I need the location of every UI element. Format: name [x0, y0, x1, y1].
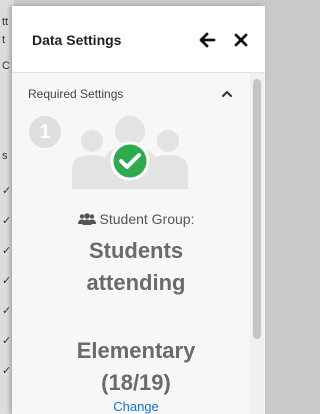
close-icon — [234, 33, 248, 47]
chevron-up-icon — [222, 91, 232, 97]
background-fragment: ✓ — [2, 275, 12, 287]
background-fragment: ✓ — [2, 305, 12, 317]
required-settings-heading: Required Settings — [28, 87, 124, 101]
student-group-value-line: attending — [86, 270, 186, 295]
check-circle-icon — [110, 141, 150, 181]
background-fragment: ✓ — [2, 185, 12, 197]
panel-title: Data Settings — [32, 32, 122, 48]
background-fragment: t — [2, 34, 6, 46]
student-group-icon — [72, 116, 188, 189]
background-fragment: C — [2, 60, 10, 72]
panel-body: Required Settings 1 Student Group: Stude… — [12, 73, 265, 414]
student-group-label-text: Student Group: — [99, 211, 195, 227]
student-group-value-line: Students — [88, 238, 184, 263]
panel-scrollbar[interactable] — [250, 73, 264, 414]
step-number-badge: 1 — [29, 116, 61, 148]
school-year-value-line: (18/19) — [101, 370, 171, 395]
scrollbar-thumb[interactable] — [253, 79, 261, 339]
background-fragment: ✓ — [2, 335, 12, 347]
collapse-section-button[interactable] — [216, 83, 238, 103]
school-level-value-line: Elementary — [76, 338, 196, 363]
arrow-left-icon — [199, 32, 216, 48]
users-icon — [77, 213, 96, 225]
student-group-value: Students attending — [12, 235, 260, 299]
school-level-value: Elementary (18/19) — [12, 335, 260, 399]
back-button[interactable] — [196, 29, 218, 51]
background-fragment: s — [2, 150, 8, 162]
panel-header: Data Settings — [12, 6, 265, 73]
background-fragment: ✓ — [2, 245, 12, 257]
background-fragment: ✓ — [2, 365, 12, 377]
background-fragment: ✓ — [2, 215, 12, 227]
change-link[interactable]: Change — [12, 399, 260, 414]
close-button[interactable] — [230, 29, 252, 51]
student-group-label: Student Group: — [12, 211, 260, 227]
background-fragment: tt — [2, 16, 9, 28]
data-settings-panel: Data Settings Required Settings 1 Studen… — [12, 6, 265, 414]
